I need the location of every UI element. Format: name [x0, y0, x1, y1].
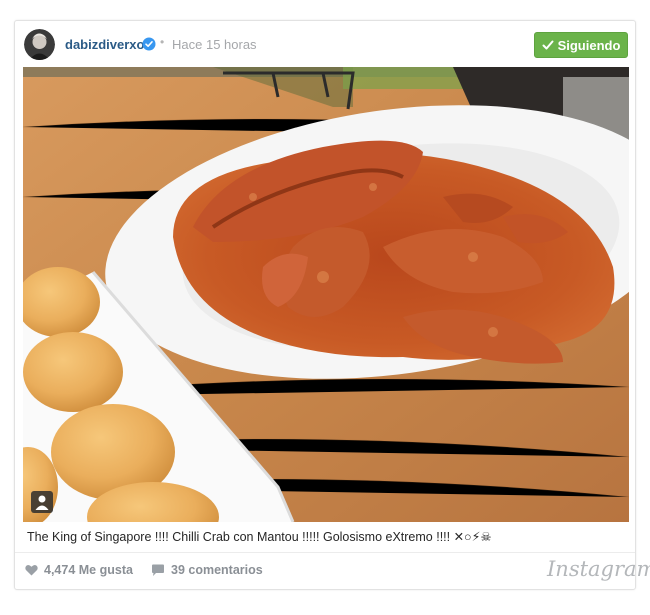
heart-icon — [25, 565, 38, 576]
post-stats: 4,474 Me gusta 39 comentarios Instagram — [25, 557, 650, 583]
instagram-embed-card: dabizdiverxo • Hace 15 horas Siguiendo T… — [14, 20, 650, 590]
divider — [15, 552, 635, 553]
verified-badge-icon — [142, 37, 156, 51]
post-caption: The King of Singapore !!!! Chilli Crab c… — [27, 530, 492, 544]
post-header: dabizdiverxo • Hace 15 horas Siguiendo — [15, 21, 635, 69]
separator-dot: • — [160, 35, 165, 49]
speech-bubble-icon — [152, 564, 164, 576]
person-tag-icon[interactable] — [31, 491, 53, 513]
comments-count[interactable]: 39 comentarios — [151, 563, 263, 577]
following-button[interactable]: Siguiendo — [534, 32, 628, 58]
checkmark-icon — [542, 40, 554, 50]
likes-label: 4,474 Me gusta — [44, 563, 133, 577]
comments-label: 39 comentarios — [171, 563, 263, 577]
instagram-logo[interactable]: Instagram — [547, 557, 650, 581]
avatar[interactable] — [24, 29, 55, 60]
likes-count[interactable]: 4,474 Me gusta — [25, 563, 133, 577]
post-timestamp[interactable]: Hace 15 horas — [172, 37, 257, 52]
following-button-label: Siguiendo — [557, 37, 621, 53]
username[interactable]: dabizdiverxo — [65, 37, 144, 52]
post-photo[interactable] — [23, 67, 629, 522]
